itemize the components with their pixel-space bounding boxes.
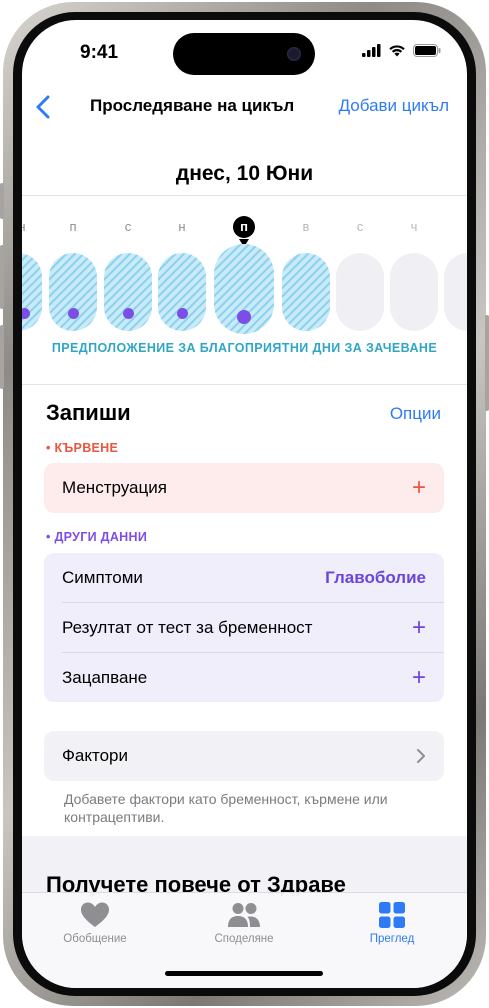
screen: 9:41 Проследяване на цикъл Добави цикъл … bbox=[22, 20, 467, 988]
cycle-day[interactable] bbox=[282, 253, 330, 331]
factors-row[interactable]: Фактори bbox=[62, 731, 426, 781]
logged-dot bbox=[67, 308, 79, 319]
fertile-window-label: ПРЕДПОЛОЖЕНИЕ ЗА БЛАГОПРИЯТНИ ДНИ ЗА ЗАЧ… bbox=[51, 341, 438, 355]
factors-note: Добавете фактори като бременност, кърмен… bbox=[64, 791, 388, 825]
logged-dot bbox=[176, 308, 188, 319]
people-icon bbox=[228, 903, 260, 927]
log-title: Запиши bbox=[46, 400, 131, 425]
plus-icon[interactable]: + bbox=[412, 666, 426, 690]
front-camera bbox=[287, 47, 301, 61]
dynamic-island bbox=[173, 33, 315, 75]
action-button bbox=[0, 183, 4, 219]
volume-down-button bbox=[0, 325, 4, 389]
other-data-card: Симптоми Главоболие Резултат от тест за … bbox=[44, 553, 444, 702]
volume-up-button bbox=[0, 245, 4, 309]
bleeding-section-label: • КЪРВЕНЕ bbox=[46, 441, 119, 455]
home-indicator[interactable] bbox=[165, 971, 323, 976]
row-label: Резултат от тест за бременност bbox=[62, 618, 313, 637]
bleeding-card: Менструация + bbox=[44, 463, 444, 513]
plus-icon[interactable]: + bbox=[412, 616, 426, 640]
cycle-day[interactable] bbox=[22, 253, 42, 331]
other-data-section-label: • ДРУГИ ДАННИ bbox=[46, 530, 148, 544]
day-letter: в bbox=[302, 219, 310, 234]
nav-title: Проследяване на цикъл bbox=[90, 96, 295, 115]
logged-dot bbox=[122, 308, 134, 319]
cellular-signal-icon bbox=[362, 44, 381, 57]
logged-dot bbox=[22, 308, 30, 319]
tab-bar: Обобщение Споделяне Преглед bbox=[22, 892, 467, 988]
status-icons bbox=[362, 44, 441, 57]
today-badge: п bbox=[233, 216, 255, 238]
tab-label: Обобщение bbox=[63, 933, 127, 945]
plus-icon[interactable]: + bbox=[412, 476, 426, 500]
power-button bbox=[485, 315, 489, 411]
tab-sharing[interactable]: Споделяне bbox=[189, 901, 299, 945]
status-time: 9:41 bbox=[80, 42, 119, 63]
row-label: Симптоми bbox=[62, 568, 143, 587]
day-letter: н bbox=[178, 219, 186, 234]
heart-icon bbox=[81, 902, 109, 927]
cycle-day[interactable] bbox=[444, 253, 467, 331]
menstruation-row[interactable]: Менструация + bbox=[62, 463, 426, 513]
cycle-week-strip[interactable]: н п с н п в с ч ПРЕДПОЛОЖЕНИЕ ЗА БЛАГОПР… bbox=[22, 195, 467, 385]
row-label: Зацапване bbox=[62, 668, 148, 687]
add-cycle-button[interactable]: Добави цикъл bbox=[339, 96, 449, 116]
grid-icon bbox=[379, 902, 405, 928]
cycle-day[interactable] bbox=[390, 253, 438, 331]
chevron-right-icon bbox=[417, 749, 425, 763]
symptoms-value: Главоболие bbox=[325, 568, 426, 587]
cycle-day-today[interactable] bbox=[214, 244, 274, 334]
cycle-day[interactable] bbox=[104, 253, 152, 331]
symptoms-row[interactable]: Симптоми Главоболие bbox=[62, 553, 426, 603]
options-button[interactable]: Опции bbox=[390, 404, 441, 424]
spotting-row[interactable]: Зацапване + bbox=[62, 653, 426, 703]
date-heading: днес, 10 Юни bbox=[175, 162, 314, 185]
row-label: Менструация bbox=[62, 478, 167, 497]
battery-icon bbox=[413, 44, 441, 57]
tab-label: Преглед bbox=[369, 933, 415, 945]
chevron-left-icon[interactable] bbox=[32, 93, 56, 121]
day-letter: ч bbox=[410, 219, 418, 234]
wifi-icon bbox=[389, 45, 405, 57]
day-letter: п bbox=[69, 219, 77, 234]
logged-dot bbox=[237, 310, 251, 324]
row-label: Фактори bbox=[62, 746, 129, 765]
pregnancy-test-row[interactable]: Резултат от тест за бременност + bbox=[62, 603, 426, 653]
factors-card[interactable]: Фактори bbox=[44, 731, 444, 781]
cycle-day[interactable] bbox=[336, 253, 384, 331]
day-letter: н bbox=[22, 219, 34, 234]
tab-browse[interactable]: Преглед bbox=[337, 901, 447, 945]
day-letter: с bbox=[124, 219, 132, 234]
cycle-day[interactable] bbox=[158, 253, 206, 331]
day-letter: с bbox=[356, 219, 364, 234]
cycle-day[interactable] bbox=[49, 253, 97, 331]
tab-label: Споделяне bbox=[214, 933, 274, 945]
tab-summary[interactable]: Обобщение bbox=[40, 901, 150, 945]
